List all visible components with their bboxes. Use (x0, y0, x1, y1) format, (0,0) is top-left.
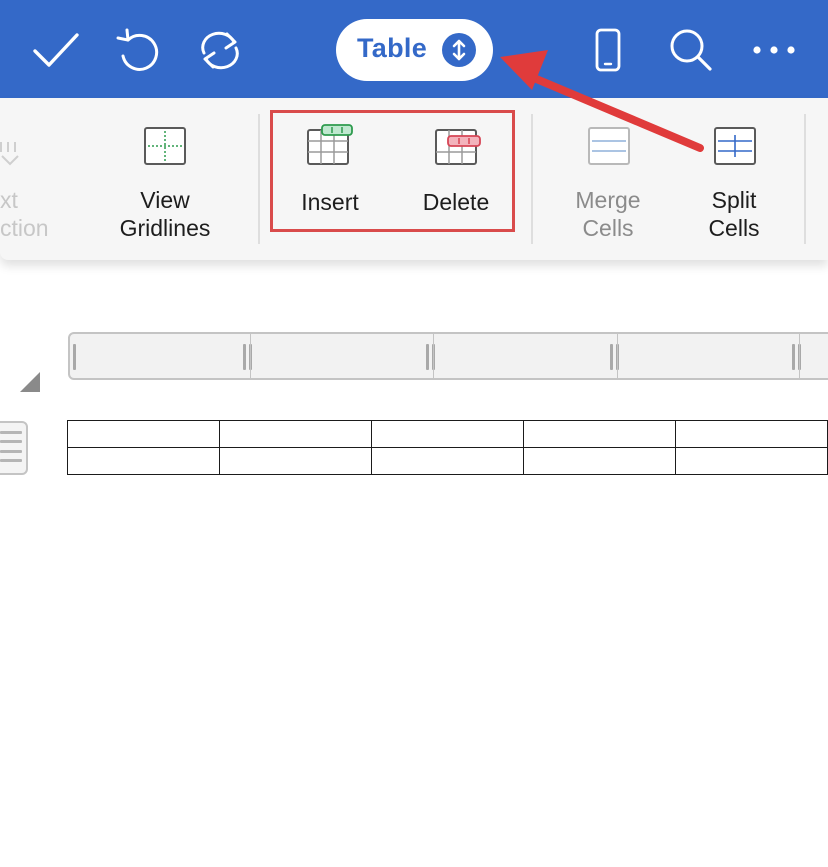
split-cells-label-2: Cells (708, 215, 760, 241)
view-gridlines-label-2: Gridlines (119, 215, 211, 241)
table-cell[interactable] (371, 447, 524, 475)
merge-cells-icon (588, 127, 630, 165)
table-cell[interactable] (523, 447, 676, 475)
split-cells-button[interactable]: Split Cells (679, 98, 789, 260)
merge-cells-button[interactable]: Merge Cells (553, 98, 663, 260)
view-gridlines-label-1: View (140, 187, 190, 213)
document-table[interactable] (67, 420, 828, 475)
column-marker[interactable] (73, 344, 76, 370)
column-divider (617, 334, 618, 380)
text-direction-label-2: ction (0, 215, 49, 241)
view-gridlines-icon (144, 127, 186, 165)
more-icon[interactable] (750, 26, 798, 74)
redo-icon[interactable] (196, 26, 244, 74)
column-divider (250, 334, 251, 380)
split-cells-icon (714, 127, 756, 165)
column-marker[interactable] (610, 344, 613, 370)
table-ribbon: xt ction View Gridlines Insert Delete Me… (0, 98, 828, 260)
insert-table-icon (306, 124, 354, 166)
table-cell[interactable] (523, 420, 676, 448)
text-direction-button[interactable]: xt ction (0, 98, 70, 260)
search-icon[interactable] (666, 26, 714, 74)
chevron-up-down-icon (442, 33, 476, 67)
column-marker[interactable] (792, 344, 795, 370)
table-cell[interactable] (219, 447, 372, 475)
table-column-ruler[interactable] (68, 332, 828, 380)
split-cells-label-1: Split (711, 187, 757, 213)
table-cell[interactable] (371, 420, 524, 448)
table-mode-selector[interactable]: Table (336, 19, 493, 81)
merge-cells-label-2: Cells (582, 215, 634, 241)
phone-view-icon[interactable] (584, 26, 632, 74)
checkmark-icon[interactable] (32, 26, 80, 74)
table-cell[interactable] (675, 447, 828, 475)
view-gridlines-button[interactable]: View Gridlines (100, 98, 230, 260)
table-cell[interactable] (67, 447, 220, 475)
delete-label: Delete (422, 189, 490, 215)
table-row (67, 447, 828, 475)
delete-table-icon (434, 128, 482, 168)
delete-button[interactable]: Delete (406, 98, 506, 260)
ribbon-separator (804, 114, 806, 244)
mode-label: Table (357, 33, 428, 63)
undo-icon[interactable] (114, 26, 162, 74)
merge-cells-label-1: Merge (575, 187, 641, 213)
table-select-corner-icon[interactable] (18, 370, 42, 394)
column-divider (433, 334, 434, 380)
table-cell[interactable] (219, 420, 372, 448)
text-direction-icon (0, 136, 24, 166)
table-row (67, 420, 828, 448)
ribbon-separator (531, 114, 533, 244)
insert-button[interactable]: Insert (284, 98, 376, 260)
column-marker[interactable] (243, 344, 246, 370)
text-direction-label-1: xt (0, 187, 18, 213)
column-marker[interactable] (426, 344, 429, 370)
table-cell[interactable] (67, 420, 220, 448)
insert-label: Insert (301, 189, 359, 215)
table-cell[interactable] (675, 420, 828, 448)
column-divider (799, 334, 800, 380)
row-handle[interactable] (0, 421, 28, 475)
ribbon-separator (258, 114, 260, 244)
top-toolbar: Table (0, 0, 828, 98)
